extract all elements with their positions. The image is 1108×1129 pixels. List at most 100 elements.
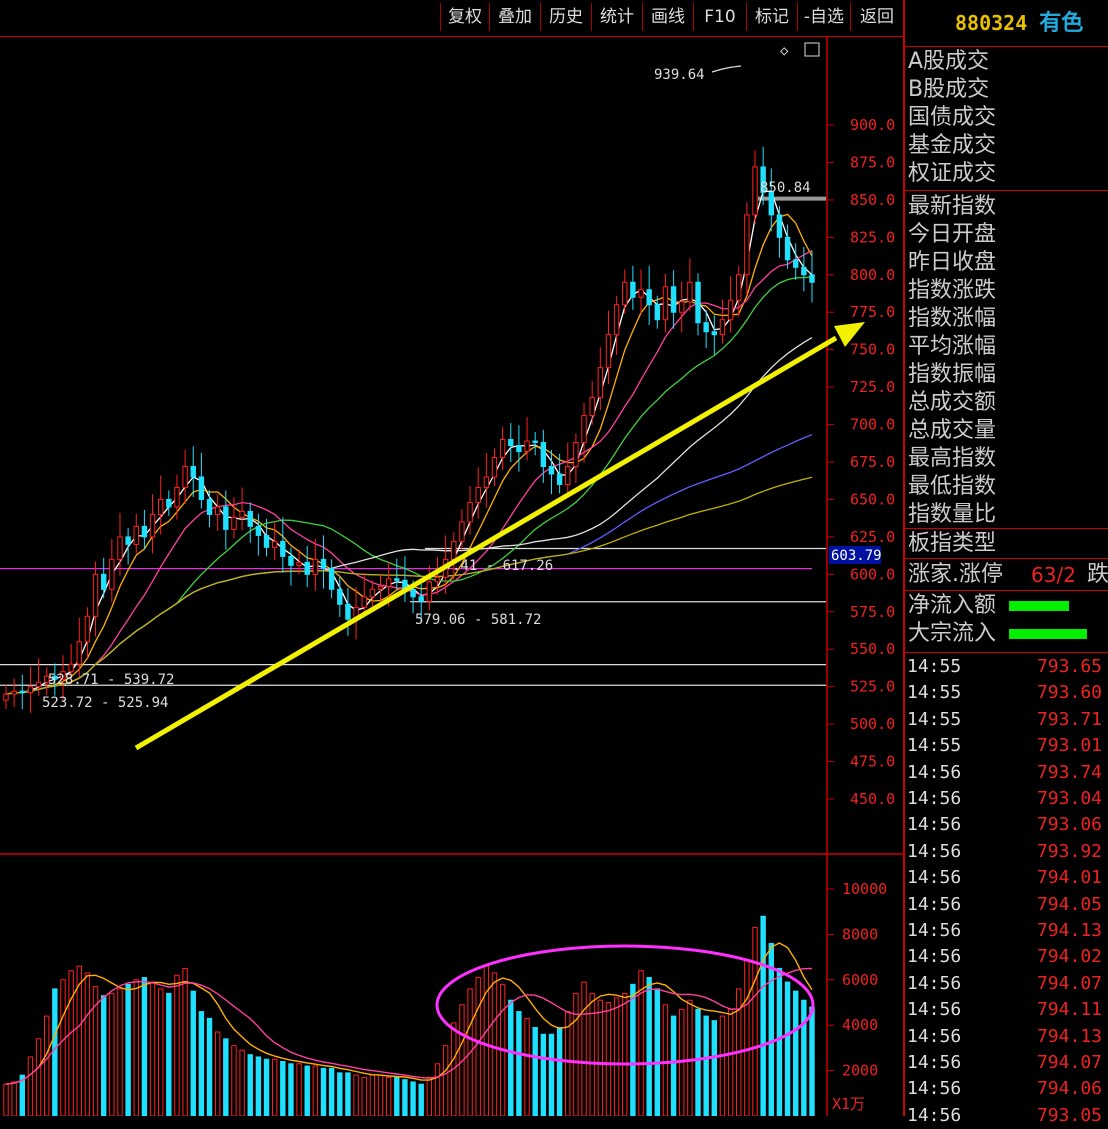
tick-row: 14:55 793.01 [905, 733, 1108, 759]
volume-bar [516, 1011, 522, 1116]
volume-axis-label: 6000 [842, 971, 878, 989]
volume-bar [231, 1045, 237, 1116]
diamond-icon[interactable]: ◇ [780, 43, 789, 59]
tick-row: 14:56 794.02 [905, 944, 1108, 970]
candle-body [166, 498, 172, 508]
moving-average-line [5, 249, 813, 695]
volume-bar [353, 1074, 359, 1116]
candle-body [646, 289, 652, 306]
volume-bar [288, 1063, 294, 1116]
toolbar-button-overlay[interactable]: 叠加 [489, 3, 540, 31]
candle-body [27, 686, 34, 694]
candle-body [76, 641, 82, 665]
volume-bar [394, 1076, 400, 1116]
tick-row: 14:56 794.07 [905, 1050, 1108, 1076]
tick-price: 793.60 [1036, 682, 1102, 704]
price-axis-label: 600.0 [850, 565, 895, 583]
toolbar-button-restore-rights[interactable]: 复权 [440, 3, 489, 31]
tick-price: 794.06 [1036, 1078, 1102, 1100]
price-axis-label: 775.0 [850, 303, 895, 321]
net-inflow-label: 净流入额 [908, 593, 997, 618]
volume-bar [442, 1045, 449, 1116]
candle-body [475, 486, 481, 503]
volume-bar [206, 1017, 213, 1116]
toolbar-button-watchlist[interactable]: -自选 [797, 3, 850, 31]
stat-bond-volume: 国债成交 [908, 105, 997, 130]
trend-arrow [134, 335, 838, 751]
volume-bar [369, 1074, 376, 1116]
volume-bar [556, 1026, 563, 1116]
tick-time: 14:56 [907, 999, 962, 1021]
tick-time: 14:55 [907, 682, 962, 704]
volume-bar [540, 1033, 547, 1116]
candle-body [149, 513, 156, 538]
volume-bar [27, 1056, 34, 1116]
volume-bar [68, 970, 74, 1116]
tick-row: 14:55 793.60 [905, 680, 1108, 706]
tick-row: 14:56 793.04 [905, 786, 1108, 812]
candle-body [361, 596, 367, 608]
price-axis-label: 700.0 [850, 416, 895, 434]
volume-bar [247, 1054, 253, 1116]
toolbar-button-mark[interactable]: 标记 [746, 3, 797, 31]
tick-price: 794.01 [1036, 867, 1102, 889]
tick-time: 14:56 [907, 946, 962, 968]
peak-arrow [711, 65, 742, 73]
tick-price: 793.04 [1036, 788, 1102, 809]
price-axis-label: 650.0 [850, 490, 895, 508]
kline-chart[interactable]: 900.0 875.0 850.0 825.0 800.0 775.0 750.0 725.0… [0, 36, 903, 1116]
volume-bar [44, 1015, 50, 1116]
stat-average-change: 平均涨幅 [908, 334, 997, 359]
candle-body [483, 476, 490, 488]
volume-axis-label: 2000 [842, 1062, 878, 1080]
toolbar-button-history[interactable]: 历史 [540, 3, 591, 31]
price-axis-label: 575.0 [850, 603, 895, 621]
price-axis-label: 550.0 [850, 640, 895, 658]
tick-row: 14:55 793.71 [905, 707, 1108, 733]
toolbar-button-statistics[interactable]: 统计 [591, 3, 642, 31]
volume-bar [377, 1074, 384, 1116]
toolbar-button-f10[interactable]: F10 [693, 3, 746, 31]
candle-body [296, 561, 302, 566]
candle-body [744, 214, 750, 276]
candle-body [271, 540, 278, 548]
candle-body [231, 516, 237, 530]
candle-body [174, 486, 180, 508]
index-name: 有色 [1039, 11, 1084, 36]
tick-price: 793.71 [1036, 708, 1102, 730]
block-inflow-bar [1009, 629, 1087, 639]
separator [905, 652, 1108, 653]
volume-bar [125, 983, 131, 1116]
volume-bar [646, 977, 652, 1116]
volume-bar [182, 967, 188, 1116]
volume-bar [345, 1072, 351, 1116]
tick-time: 14:56 [907, 1078, 962, 1100]
tick-time: 14:56 [907, 1025, 962, 1047]
volume-bar [752, 927, 758, 1116]
candle-body [784, 236, 791, 261]
volume-bar [35, 1038, 42, 1116]
candle-body [556, 473, 563, 485]
tick-price: 794.02 [1036, 946, 1102, 968]
candle-body [157, 498, 164, 515]
volume-bar [304, 1065, 310, 1116]
candle-body [695, 281, 701, 324]
volume-bar [426, 1076, 433, 1116]
stat-total-volume: 总成交量 [908, 418, 997, 443]
tick-row: 14:56 794.07 [905, 971, 1108, 997]
volume-bar [801, 999, 807, 1116]
tick-row: 14:56 794.13 [905, 918, 1108, 944]
tick-row: 14:56 793.74 [905, 760, 1108, 786]
tick-list[interactable]: 14:55 793.65 14:55 793.60 14:55 793.71 14:55 79… [905, 654, 1108, 1126]
candle-body [263, 534, 270, 548]
toolbar-button-back[interactable]: 返回 [850, 3, 903, 31]
toolbar-button-draw-line[interactable]: 画线 [642, 3, 693, 31]
volume-bar [190, 990, 196, 1116]
volume-bar [784, 981, 791, 1116]
volume-bar [109, 992, 115, 1116]
price-axis-label: 675.0 [850, 453, 895, 471]
volume-bar [703, 1015, 709, 1116]
panel-toggle-icon[interactable] [804, 42, 820, 57]
tick-time: 14:56 [907, 840, 962, 862]
tick-time: 14:56 [907, 920, 962, 941]
